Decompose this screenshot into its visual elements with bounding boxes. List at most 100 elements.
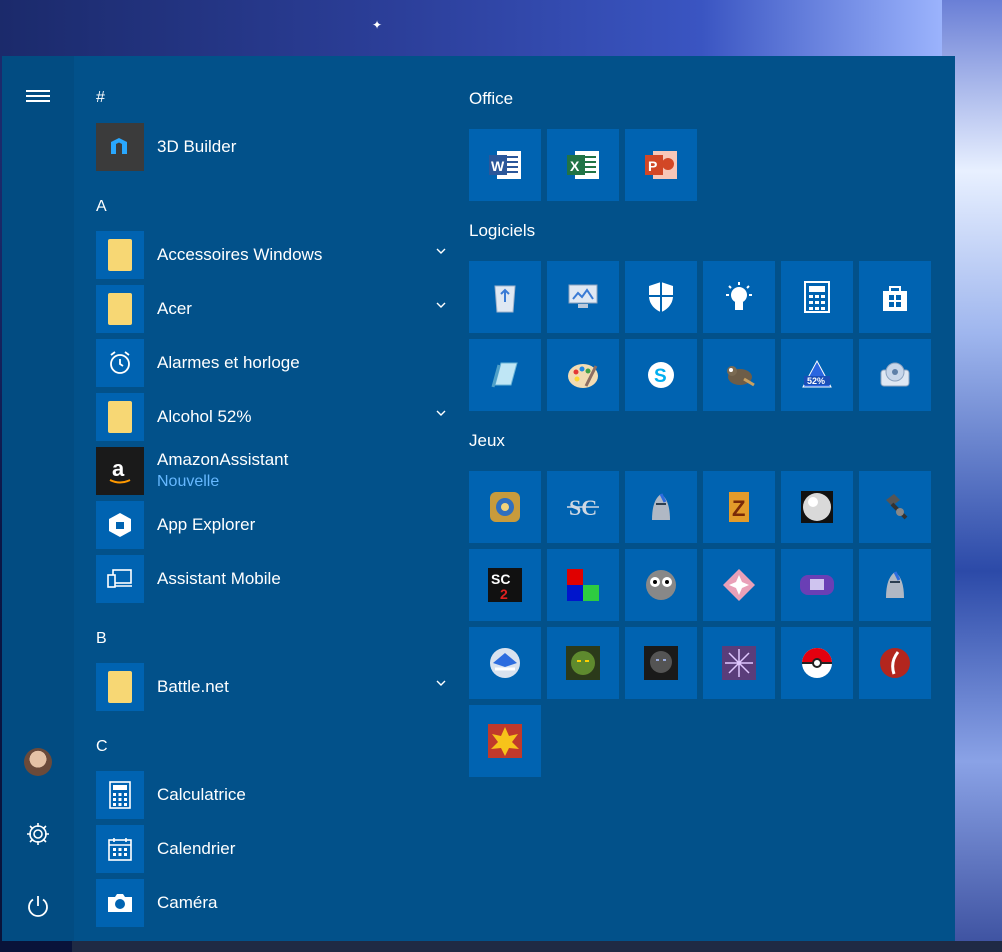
app-label: Calendrier (157, 839, 236, 858)
app-camera[interactable]: Caméra (96, 878, 446, 928)
svg-text:S: S (654, 366, 667, 387)
excel-icon: X (564, 146, 602, 184)
app-accessoires-windows[interactable]: Accessoires Windows (96, 230, 446, 280)
tile-store[interactable] (859, 261, 931, 333)
powerpoint-icon: P (642, 146, 680, 184)
hammer-icon (876, 488, 914, 526)
tile-group-office-title[interactable]: Office (469, 89, 513, 109)
tile-diablo2[interactable] (859, 549, 931, 621)
folder-icon (96, 231, 144, 279)
skype-icon: S (642, 356, 680, 394)
tile-gameboy[interactable] (781, 549, 853, 621)
app-label: Caméra (157, 893, 218, 912)
chevron-down-icon[interactable] (436, 300, 446, 310)
section-header-hash[interactable]: # (96, 89, 105, 107)
app-calendrier[interactable]: Calendrier (96, 824, 446, 874)
alcohol-52-icon: 52% (798, 356, 836, 394)
user-avatar-icon[interactable] (18, 742, 58, 782)
tile-rune[interactable] (703, 627, 775, 699)
gear-icon[interactable] (18, 814, 58, 854)
tile-gimp[interactable] (703, 339, 775, 411)
app-label-text: AmazonAssistant (157, 450, 289, 469)
tile-feather[interactable] (859, 627, 931, 699)
recycle-bin-icon (486, 278, 524, 316)
app-label: Assistant Mobile (157, 569, 281, 588)
tile-excel[interactable]: X (547, 129, 619, 201)
tile-defender[interactable] (625, 261, 697, 333)
svg-text:a: a (112, 456, 125, 481)
tile-warcraft[interactable] (469, 627, 541, 699)
tile-notepad[interactable] (469, 339, 541, 411)
app-label: App Explorer (157, 515, 256, 534)
tile-lightbulb[interactable] (703, 261, 775, 333)
tile-face[interactable] (625, 549, 697, 621)
amazon-icon: a (96, 447, 144, 495)
tile-powerpoint[interactable]: P (625, 129, 697, 201)
power-icon[interactable] (18, 886, 58, 926)
app-label: Alarmes et horloge (157, 353, 300, 372)
tile-explosion[interactable] (469, 705, 541, 777)
start-rail (2, 56, 74, 941)
diablo-icon (642, 488, 680, 526)
start-menu: # 3D Builder A Accessoires Windows Acer … (2, 56, 955, 941)
disk-utility-icon (876, 356, 914, 394)
tile-calculator[interactable] (781, 261, 853, 333)
tile-disk-utility[interactable] (859, 339, 931, 411)
tile-diablo[interactable] (625, 471, 697, 543)
tile-tetris[interactable] (547, 549, 619, 621)
starcraft-icon: SC (564, 488, 602, 526)
tile-pokeball[interactable] (781, 627, 853, 699)
section-header-b[interactable]: B (96, 630, 107, 648)
app-battle-net[interactable]: Battle.net (96, 662, 446, 712)
tile-word[interactable]: W (469, 129, 541, 201)
app-3d-builder[interactable]: 3D Builder (96, 122, 446, 172)
app-amazonassistant[interactable]: a AmazonAssistant Nouvelle (96, 446, 446, 496)
app-alarmes-et-horloge[interactable]: Alarmes et horloge (96, 338, 446, 388)
tile-group-jeux-title[interactable]: Jeux (469, 431, 505, 451)
paint-icon (564, 356, 602, 394)
app-list: # 3D Builder A Accessoires Windows Acer … (74, 56, 446, 941)
calendar-icon (96, 825, 144, 873)
notepad-icon (486, 356, 524, 394)
app-acer[interactable]: Acer (96, 284, 446, 334)
3d-builder-icon (96, 123, 144, 171)
chevron-down-icon[interactable] (436, 678, 446, 688)
tile-hammer[interactable] (859, 471, 931, 543)
tile-ball[interactable] (781, 471, 853, 543)
app-label: Accessoires Windows (157, 245, 323, 264)
app-label: Calculatrice (157, 785, 246, 804)
app-label: 3D Builder (157, 137, 237, 156)
chevron-down-icon[interactable] (436, 408, 446, 418)
app-assistant-mobile[interactable]: Assistant Mobile (96, 554, 446, 604)
app-label: Acer (157, 299, 192, 318)
app-alcohol-52[interactable]: Alcohol 52% (96, 392, 446, 442)
app-app-explorer[interactable]: App Explorer (96, 500, 446, 550)
tile-star-gem[interactable] (703, 549, 775, 621)
svg-text:52%: 52% (807, 376, 825, 386)
tile-paint[interactable] (547, 339, 619, 411)
hamburger-icon[interactable] (18, 76, 58, 116)
tile-starcraft[interactable]: SC (547, 471, 619, 543)
tile-orc[interactable] (547, 627, 619, 699)
face-icon (642, 566, 680, 604)
tile-undead[interactable] (625, 627, 697, 699)
hearthstone-icon (486, 488, 524, 526)
tile-group-logiciels-title[interactable]: Logiciels (469, 221, 535, 241)
tile-starcraft2[interactable]: SC 2 (469, 549, 541, 621)
chevron-down-icon[interactable] (436, 246, 446, 256)
tile-zone[interactable]: Z (703, 471, 775, 543)
svg-text:Z: Z (732, 496, 745, 521)
svg-text:SC: SC (491, 571, 510, 587)
defender-shield-icon (642, 278, 680, 316)
calculator-icon (96, 771, 144, 819)
undead-icon (642, 644, 680, 682)
mobile-assistant-icon (96, 555, 144, 603)
tile-monitor[interactable] (547, 261, 619, 333)
tile-recycle-bin[interactable] (469, 261, 541, 333)
tile-skype[interactable]: S (625, 339, 697, 411)
section-header-c[interactable]: C (96, 738, 108, 756)
tile-hearthstone[interactable] (469, 471, 541, 543)
app-calculatrice[interactable]: Calculatrice (96, 770, 446, 820)
section-header-a[interactable]: A (96, 198, 107, 216)
tile-alcohol-52[interactable]: 52% (781, 339, 853, 411)
